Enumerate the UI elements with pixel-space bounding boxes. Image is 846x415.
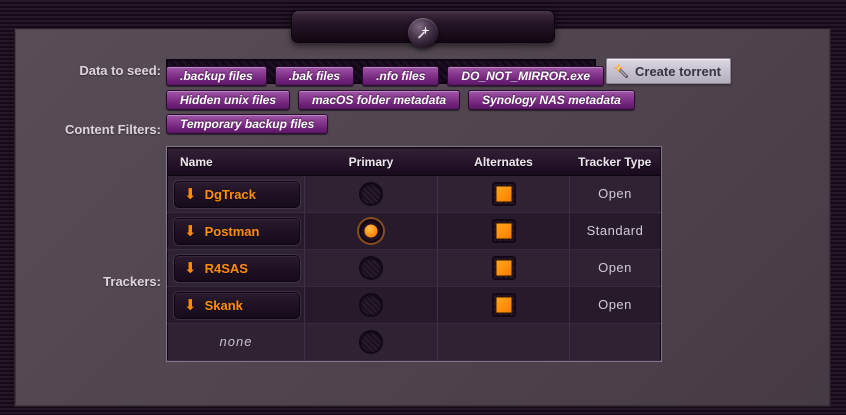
trackers-table-body: ⬇ DgTrack Open ⬇ Postman Standard ⬇ R4SAS Open ⬇ S…	[168, 176, 661, 361]
content-filter-chip[interactable]: macOS folder metadata	[298, 90, 460, 110]
trackers-column-header: Name	[168, 148, 305, 176]
tracker-type-value: Open	[598, 297, 632, 312]
content-filter-chip[interactable]: .nfo files	[362, 66, 439, 86]
content-filter-row: .backup files .bak files .nfo files DO_NOT_…	[166, 66, 635, 86]
content-filter-chip[interactable]: Hidden unix files	[166, 90, 290, 110]
content-filter-chip[interactable]: DO_NOT_MIRROR.exe	[447, 66, 604, 86]
tracker-name-button[interactable]: ⬇ R4SAS	[174, 255, 300, 282]
trackers-table: NamePrimaryAlternatesTracker Type ⬇ DgTra…	[167, 147, 661, 361]
content-filter-chip[interactable]: Temporary backup files	[166, 114, 328, 134]
download-arrow-icon: ⬇	[184, 224, 197, 239]
section-header-bar[interactable]	[291, 10, 555, 43]
primary-tracker-radio[interactable]	[359, 293, 383, 317]
trackers-label: Trackers:	[0, 274, 161, 289]
content-filter-chip[interactable]: Synology NAS metadata	[468, 90, 635, 110]
content-filter-row: Temporary backup files	[166, 114, 635, 134]
tracker-name-button[interactable]: ⬇ Skank	[174, 292, 300, 319]
alternate-tracker-checkbox[interactable]	[492, 219, 516, 243]
content-filter-chip[interactable]: .backup files	[166, 66, 267, 86]
tracker-name-label: Skank	[205, 298, 243, 313]
create-torrent-button-label: Create torrent	[635, 64, 721, 79]
tracker-none-label: none	[220, 334, 253, 349]
trackers-column-header: Alternates	[438, 148, 570, 176]
magic-wand-sphere-icon	[408, 18, 438, 48]
primary-tracker-radio[interactable]	[359, 330, 383, 354]
data-to-seed-label: Data to seed:	[0, 63, 161, 78]
tracker-name-label: Postman	[205, 224, 260, 239]
alternate-tracker-checkbox[interactable]	[492, 182, 516, 206]
download-arrow-icon: ⬇	[184, 187, 197, 202]
tracker-type-value: Open	[598, 260, 632, 275]
tracker-name-button[interactable]: ⬇ DgTrack	[174, 181, 300, 208]
tracker-row: ⬇ Skank Open	[168, 287, 661, 324]
content-filters-label: Content Filters:	[0, 122, 161, 137]
content-filter-chip[interactable]: .bak files	[275, 66, 354, 86]
content-filter-row: Hidden unix files macOS folder metadata Sy…	[166, 90, 635, 110]
alternate-tracker-checkbox[interactable]	[492, 256, 516, 280]
tracker-row: none	[168, 324, 661, 361]
trackers-column-header: Primary	[305, 148, 438, 176]
tracker-row: ⬇ Postman Standard	[168, 213, 661, 250]
tracker-name-label: DgTrack	[205, 187, 256, 202]
tracker-row: ⬇ R4SAS Open	[168, 250, 661, 287]
tracker-name-label: R4SAS	[205, 261, 248, 276]
content-filter-rows: .backup files .bak files .nfo files DO_NOT_…	[166, 66, 635, 138]
tracker-type-value: Open	[598, 186, 632, 201]
primary-tracker-radio[interactable]	[359, 219, 383, 243]
download-arrow-icon: ⬇	[184, 298, 197, 313]
tracker-type-value: Standard	[587, 223, 644, 238]
tracker-row: ⬇ DgTrack Open	[168, 176, 661, 213]
trackers-table-header-row: NamePrimaryAlternatesTracker Type	[168, 148, 661, 176]
tracker-name-button[interactable]: ⬇ Postman	[174, 218, 300, 245]
primary-tracker-radio[interactable]	[359, 256, 383, 280]
alternate-tracker-checkbox[interactable]	[492, 293, 516, 317]
download-arrow-icon: ⬇	[184, 261, 197, 276]
trackers-column-header: Tracker Type	[570, 148, 661, 176]
primary-tracker-radio[interactable]	[359, 182, 383, 206]
